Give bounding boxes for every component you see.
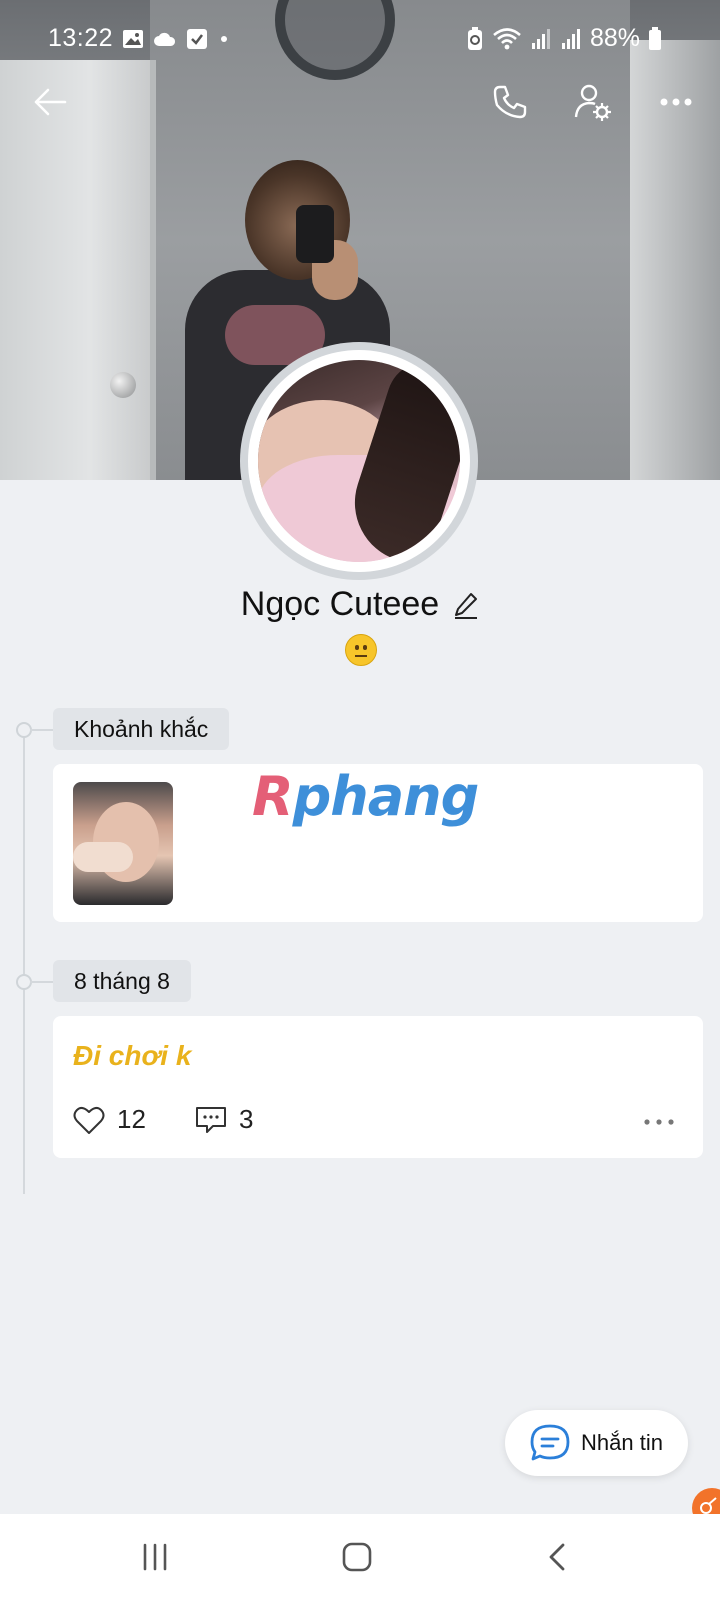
door-knob [110, 372, 136, 398]
post-actions: 12 3 [73, 1104, 683, 1140]
profile-settings-button[interactable] [565, 74, 621, 130]
chat-bubble-icon [530, 1424, 570, 1461]
neutral-face-emoji-icon[interactable] [345, 634, 377, 666]
status-system-icons: 88% [466, 24, 662, 53]
post-card[interactable]: Đi chơi k 12 3 [53, 1016, 703, 1158]
edit-pencil-icon[interactable] [453, 591, 479, 619]
timeline-connector [30, 729, 54, 731]
moments-label: Khoảnh khắc [53, 708, 230, 750]
post-text: Đi chơi k [73, 1040, 192, 1071]
like-count: 12 [117, 1104, 146, 1134]
more-horizontal-icon [644, 1119, 674, 1125]
cloud-icon [154, 32, 176, 46]
watermark-first: R [252, 765, 294, 828]
back-button[interactable] [22, 74, 78, 130]
avatar-border [248, 350, 470, 572]
date-label: 8 tháng 8 [53, 960, 191, 1002]
recent-apps-button[interactable] [120, 1514, 190, 1600]
watermark-rest: phang [292, 765, 480, 828]
app-bar [0, 70, 720, 134]
heart-icon [73, 1106, 105, 1134]
like-button[interactable]: 12 [73, 1104, 146, 1135]
more-horizontal-icon [660, 98, 692, 106]
call-button[interactable] [482, 74, 538, 130]
moment-thumbnail[interactable] [73, 782, 173, 905]
avatar-photo [258, 360, 460, 562]
profile-name-row: Ngọc Cuteee [0, 585, 720, 624]
recent-apps-icon [143, 1543, 167, 1571]
emoji-mouth [355, 655, 367, 657]
wifi-icon [493, 27, 521, 49]
avatar[interactable] [240, 342, 478, 580]
thumb-hand [73, 842, 133, 872]
home-button[interactable] [322, 1514, 392, 1600]
comment-button[interactable]: 3 [195, 1104, 253, 1135]
send-message-label: Nhắn tin [581, 1430, 663, 1455]
arrow-left-icon [34, 88, 67, 116]
more-options-button[interactable] [648, 74, 704, 130]
home-icon [342, 1542, 372, 1572]
cover-phone [296, 205, 334, 263]
comment-icon [196, 1106, 226, 1133]
timeline-connector [30, 981, 54, 983]
battery-saver-icon [467, 26, 482, 50]
timeline-line [23, 728, 25, 1194]
status-time: 13:22 [48, 24, 114, 52]
user-settings-icon [574, 84, 611, 121]
signal-2-icon [561, 28, 580, 49]
system-back-button[interactable] [522, 1514, 592, 1600]
chevron-left-icon [549, 1543, 565, 1571]
comment-count: 3 [239, 1104, 254, 1134]
phone-icon [493, 85, 527, 119]
send-message-button[interactable]: Nhắn tin [505, 1410, 688, 1476]
profile-name: Ngọc Cuteee [240, 585, 440, 623]
gallery-icon [123, 30, 143, 48]
battery-percentage: 88% [589, 24, 640, 52]
status-notification-icons [122, 28, 231, 50]
battery-icon [649, 26, 661, 50]
watermark-logo: Rphang [252, 765, 480, 828]
checkbox-icon [187, 29, 207, 49]
status-bar: 13:22 88% [0, 0, 720, 80]
dot-icon [221, 36, 227, 42]
signal-1-icon [531, 28, 550, 49]
system-nav-bar [0, 1514, 720, 1600]
post-more-button[interactable] [643, 1104, 675, 1140]
